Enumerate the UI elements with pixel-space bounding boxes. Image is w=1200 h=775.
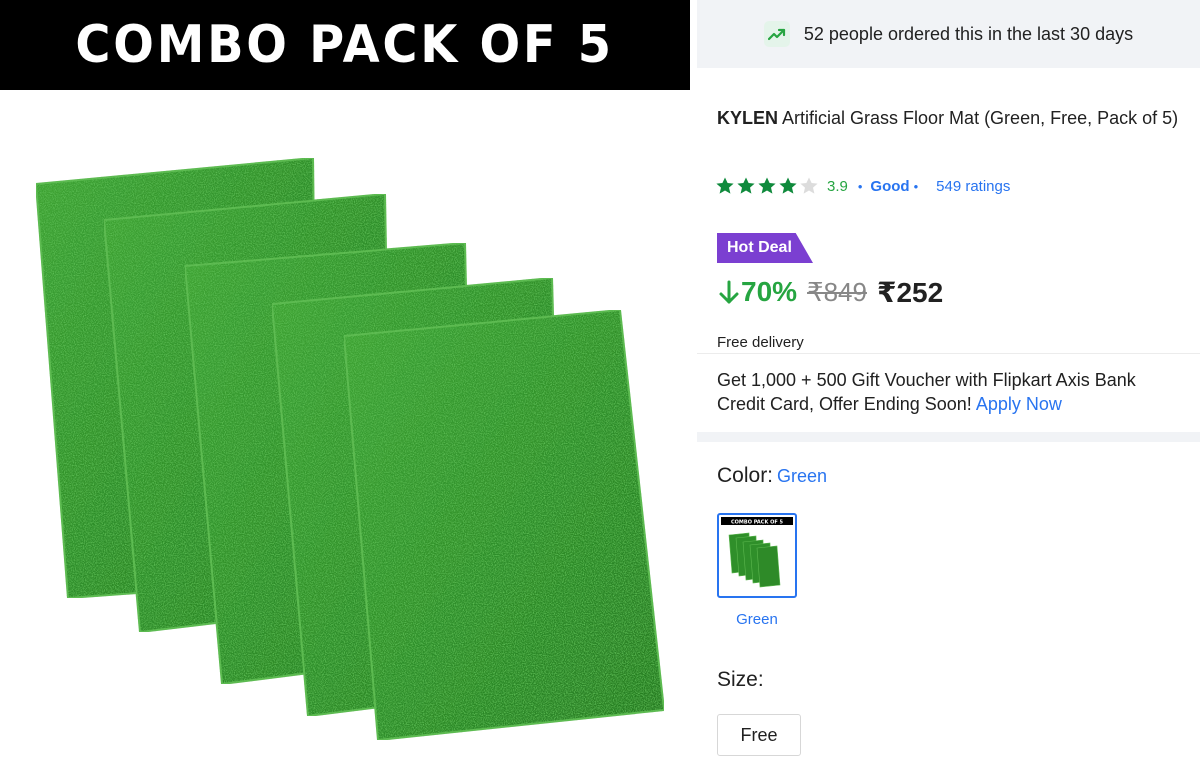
discount: 70% [717,276,797,308]
product-name: Artificial Grass Floor Mat (Green, Free,… [782,108,1179,128]
swatch-thumbnail: COMBO PACK OF 5 [721,517,793,588]
divider [697,353,1200,354]
rating-value: 3.9 [827,177,848,195]
bank-offer-text: Get 1,000 + 500 Gift Voucher with Flipka… [717,370,1136,414]
rating-separator: • [857,178,863,194]
ratings-count-link[interactable]: 549 ratings [936,178,1010,195]
grass-mats-illustration [34,156,666,742]
product-title: KYLEN Artificial Grass Floor Mat (Green,… [717,100,1192,136]
product-brand: KYLEN [717,108,779,128]
color-selector-label: Color: Green [717,464,827,488]
social-proof-text: 52 people ordered this in the last 30 da… [803,23,1134,44]
star-filled-icon [716,177,734,194]
size-option-free[interactable]: Free [717,714,801,756]
color-swatch-green[interactable]: COMBO PACK OF 5 [717,513,797,598]
combo-banner-text: COMBO PACK OF 5 [75,15,615,75]
bank-offer: Get 1,000 + 500 Gift Voucher with Flipka… [717,368,1187,416]
combo-banner: COMBO PACK OF 5 [0,0,690,90]
original-price: ₹849 [807,276,867,307]
selected-color: Green [777,466,828,486]
section-divider [697,432,1200,442]
delivery-info: Free delivery [717,334,804,351]
star-empty-icon [800,177,818,194]
color-label: Color: [717,464,774,487]
star-filled-icon [737,177,755,194]
product-image[interactable]: COMBO PACK OF 5 [0,0,690,775]
swatch-banner-text: COMBO PACK OF 5 [731,520,783,526]
price-row: 70% ₹849 ₹252 [717,272,943,312]
social-proof-bar: 52 people ordered this in the last 30 da… [697,0,1200,68]
arrow-down-icon [719,280,739,304]
star-filled-icon [758,177,776,194]
rating-stars [715,176,819,196]
product-details-panel: 52 people ordered this in the last 30 da… [697,0,1200,775]
apply-now-link[interactable]: Apply Now [976,394,1062,414]
rating-summary[interactable]: 3.9 • Good • 549 ratings [715,174,1010,198]
mat-5 [342,308,666,742]
hot-deal-badge: Hot Deal [717,233,813,263]
star-filled-icon [779,177,797,194]
trending-up-icon [763,21,790,47]
rating-label: Good [870,177,910,195]
discount-percent: 70% [741,276,798,307]
color-swatch-caption[interactable]: Green [717,611,797,628]
rating-label-separator: • [913,178,919,194]
selling-price: ₹252 [876,276,944,308]
size-label: Size: [717,668,764,691]
